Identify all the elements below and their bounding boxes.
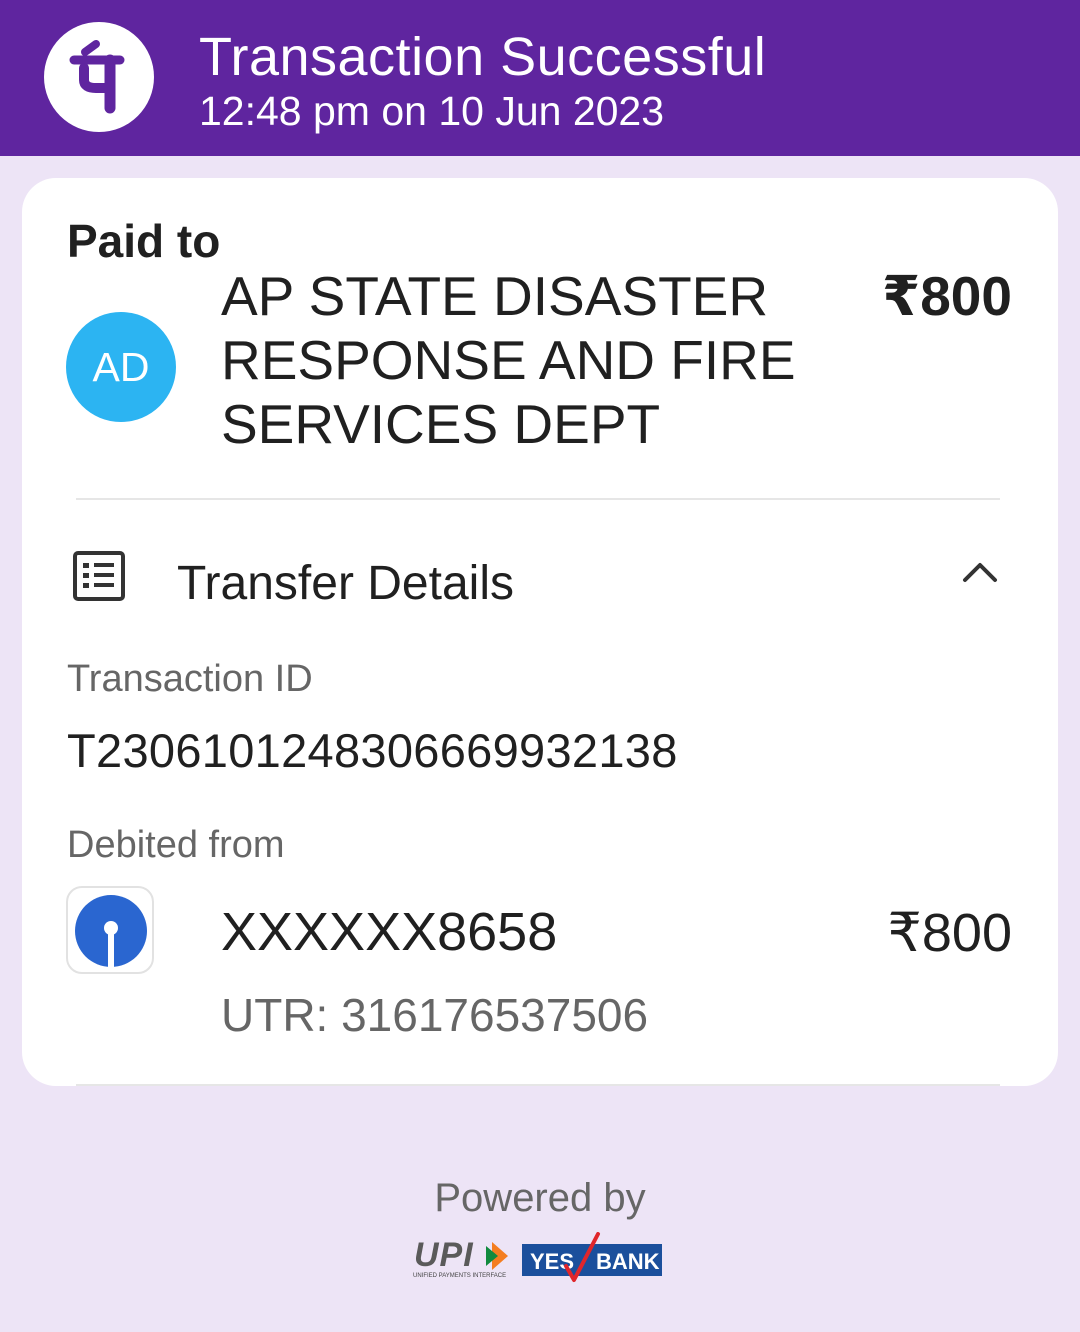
header-title: Transaction Successful [199, 27, 767, 87]
phonepe-logo-icon [44, 22, 154, 132]
paid-amount: ₹800 [881, 265, 1012, 327]
sbi-bank-logo-icon [66, 886, 154, 974]
divider [76, 1084, 1000, 1086]
yes-bank-logo: YES BANK [522, 1232, 664, 1291]
transaction-card: Paid to AD AP STATE DISASTER RESPONSE AN… [22, 178, 1058, 1086]
debited-from-label: Debited from [67, 824, 285, 866]
upi-logo: UPI UNIFIED PAYMENTS INTERFACE [412, 1236, 516, 1285]
yes-bank-text-2: BANK [596, 1249, 660, 1274]
upi-tagline: UNIFIED PAYMENTS INTERFACE [413, 1273, 506, 1279]
payee-name: AP STATE DISASTER RESPONSE AND FIRE SERV… [221, 265, 796, 455]
transaction-timestamp: 12:48 pm on 10 Jun 2023 [199, 88, 665, 134]
transaction-id-label: Transaction ID [67, 658, 313, 700]
paid-to-label: Paid to [67, 215, 221, 267]
debited-amount: ₹800 [887, 903, 1012, 963]
account-number: XXXXXX8658 [221, 902, 558, 962]
utr-number: UTR: 316176537506 [221, 989, 649, 1041]
receipt-list-icon [72, 550, 126, 607]
transfer-details-title[interactable]: Transfer Details [177, 556, 514, 611]
divider [76, 498, 1000, 500]
chevron-up-icon[interactable] [962, 560, 998, 589]
powered-by-label: Powered by [434, 1176, 646, 1220]
transaction-id-value: T2306101248306669932138 [67, 724, 678, 777]
payee-avatar: AD [66, 312, 176, 422]
header-bar: Transaction Successful 12:48 pm on 10 Ju… [0, 0, 1080, 156]
upi-logo-text: UPI [414, 1238, 474, 1274]
